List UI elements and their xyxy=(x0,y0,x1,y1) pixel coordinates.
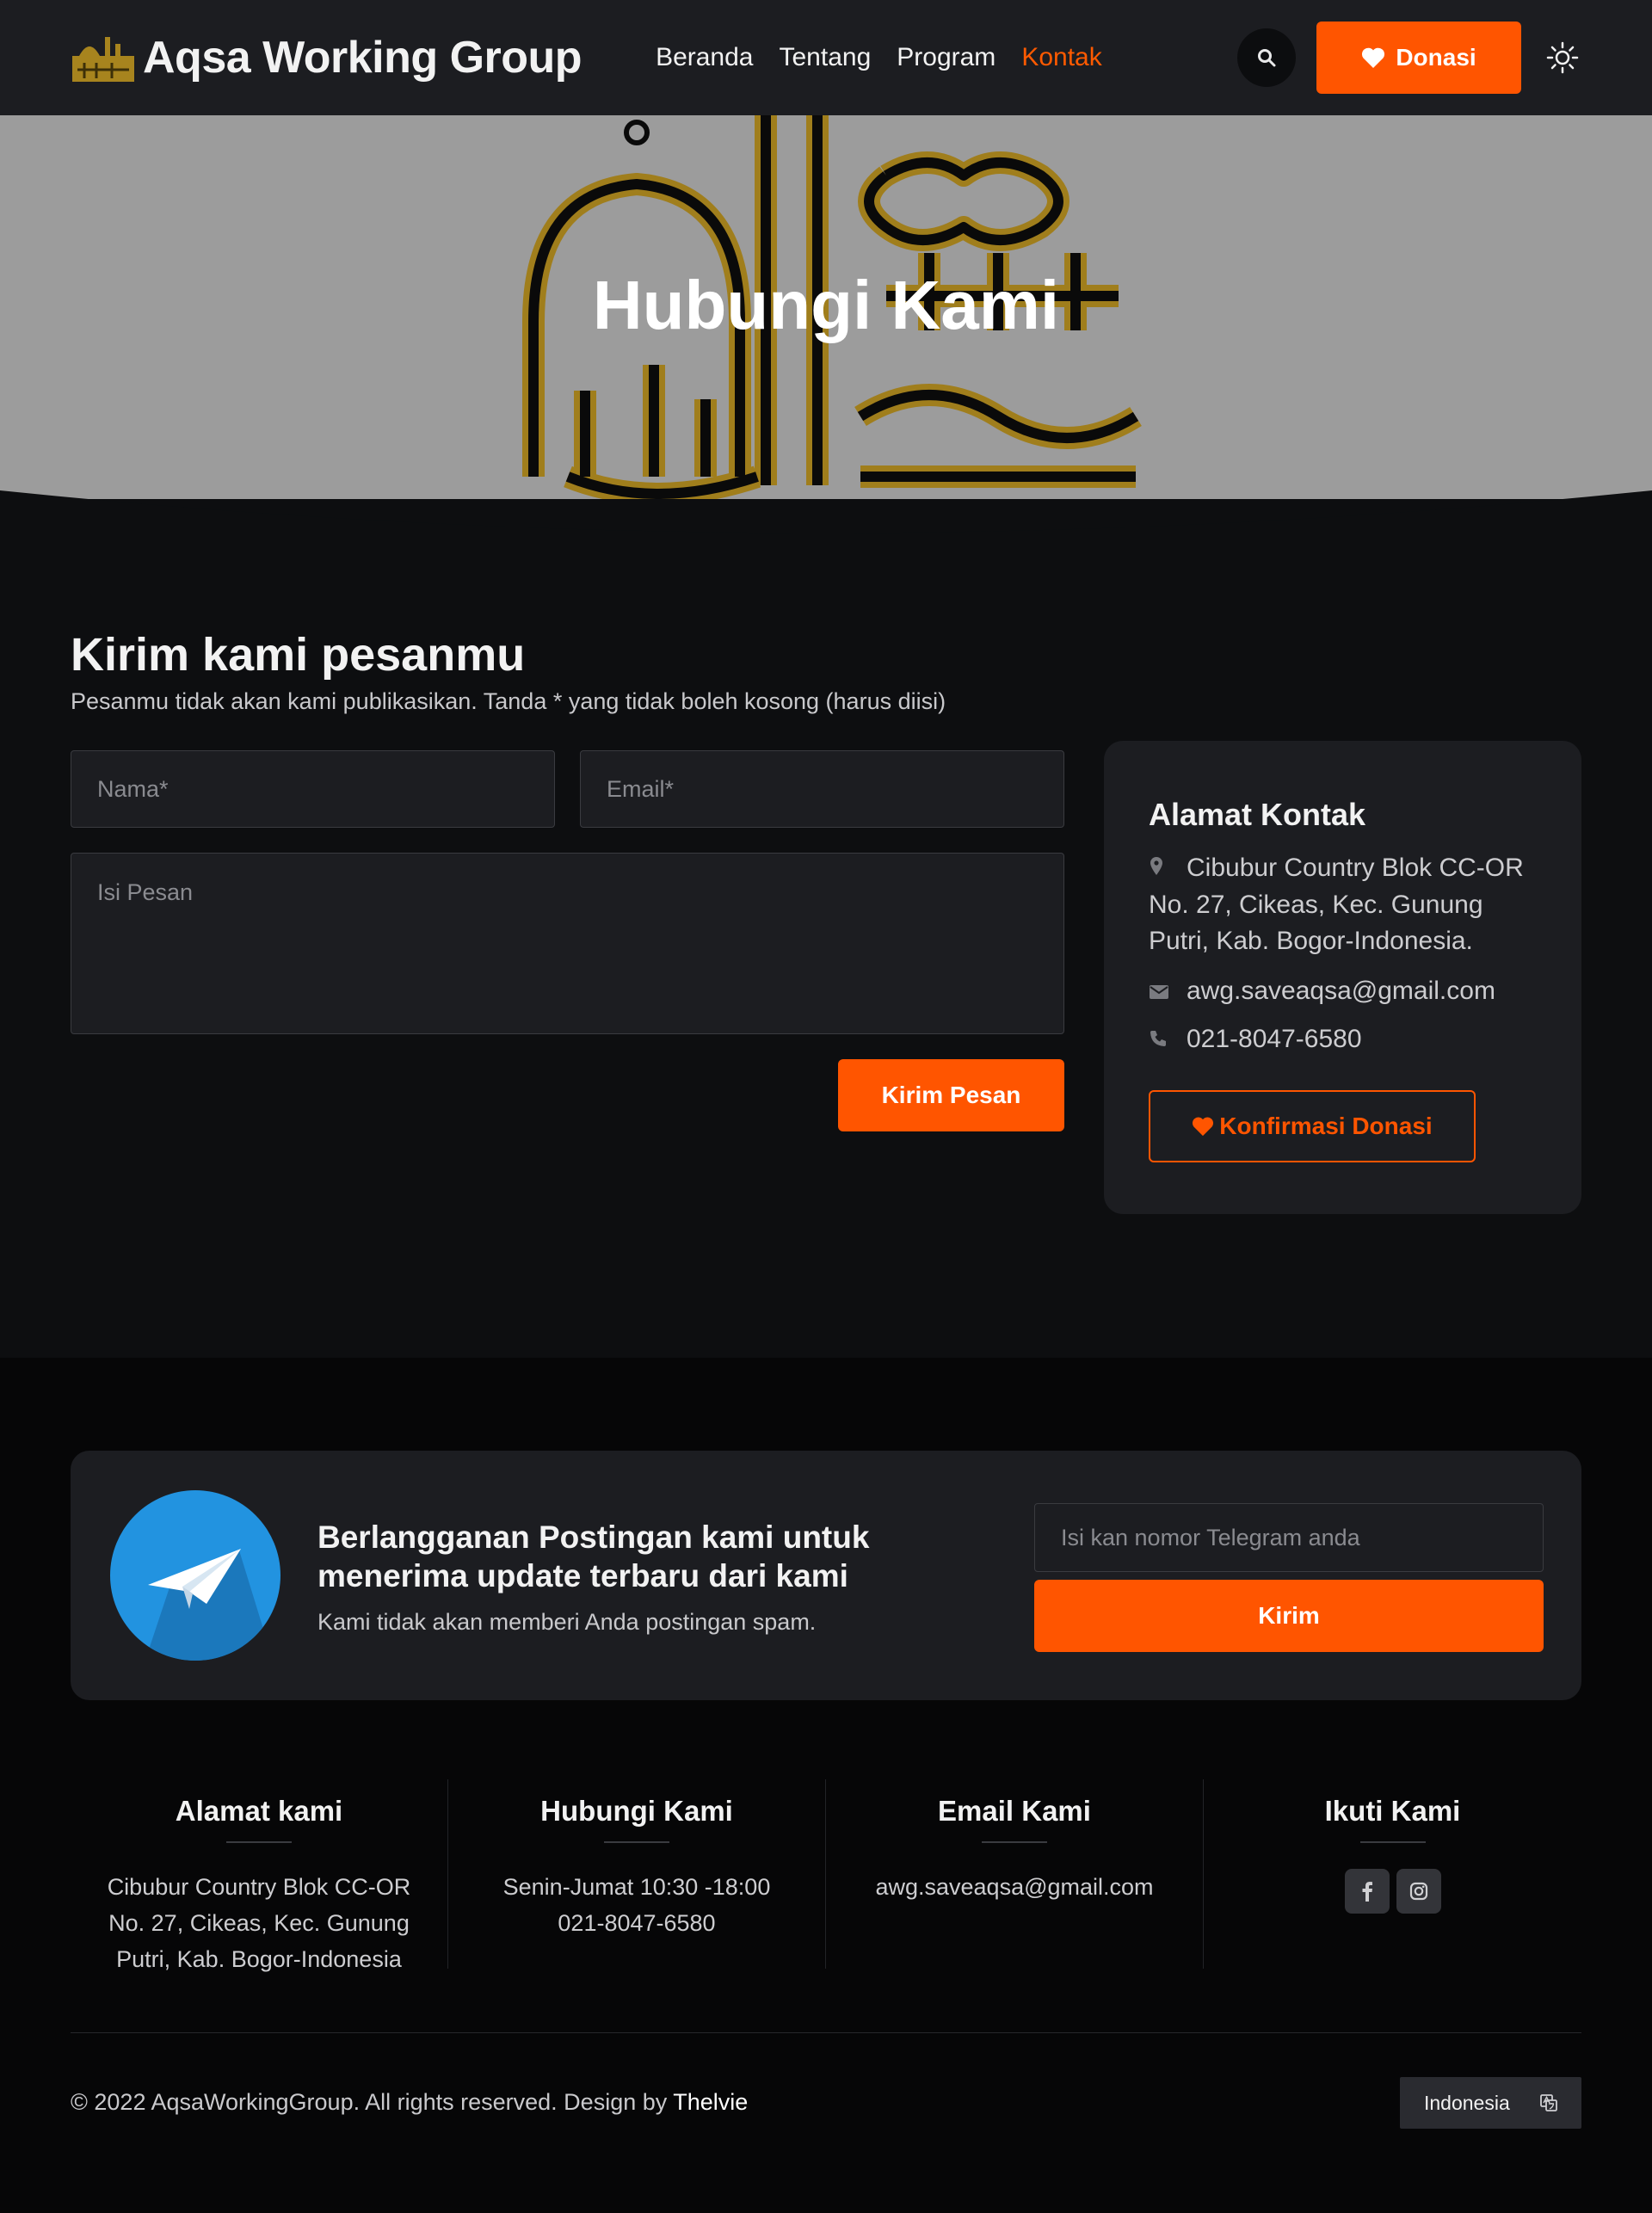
footer-col-title: Hubungi Kami xyxy=(540,1795,733,1827)
language-label: Indonesia xyxy=(1424,2091,1510,2114)
hero-banner: Hubungi Kami xyxy=(0,115,1652,499)
subscribe-title: Berlangganan Postingan kami untuk meneri… xyxy=(317,1520,870,1593)
name-input[interactable]: Nama* xyxy=(71,750,555,828)
social-links xyxy=(1204,1869,1581,1914)
hero-curve-divider xyxy=(0,490,1652,614)
brand-name: Aqsa Working Group xyxy=(143,33,583,83)
designer-link[interactable]: Thelvie xyxy=(673,2089,748,2115)
address-row: Cibubur Country Blok CC-OR No. 27, Cikea… xyxy=(1149,850,1544,959)
copyright-text: © 2022 AqsaWorkingGroup. All rights rese… xyxy=(71,2089,748,2116)
form-title: Kirim kami pesanmu xyxy=(71,629,526,681)
footer-col-title: Email Kami xyxy=(938,1795,1091,1827)
map-pin-icon xyxy=(1149,851,1187,887)
telegram-paper-plane-icon xyxy=(110,1490,280,1661)
donate-button[interactable]: Donasi xyxy=(1316,22,1521,94)
donate-label: Donasi xyxy=(1396,44,1476,71)
heart-icon xyxy=(1362,47,1385,68)
confirm-donation-label: Konfirmasi Donasi xyxy=(1219,1113,1433,1139)
footer-col-contact: Hubungi Kami Senin-Jumat 10:30 -18:00 02… xyxy=(448,1779,826,1969)
facebook-button[interactable] xyxy=(1344,1869,1390,1914)
card-title: Alamat Kontak xyxy=(1149,797,1366,832)
heart-icon xyxy=(1193,1117,1214,1137)
theme-toggle[interactable] xyxy=(1544,39,1581,77)
footer-col-email: Email Kami awg.saveaqsa@gmail.com xyxy=(826,1779,1204,1969)
address-text: Cibubur Country Blok CC-OR No. 27, Cikea… xyxy=(1149,854,1524,956)
footer-columns: Alamat kami Cibubur Country Blok CC-OR N… xyxy=(71,1779,1581,1972)
send-message-button[interactable]: Kirim Pesan xyxy=(838,1059,1064,1131)
nav-beranda[interactable]: Beranda xyxy=(656,43,753,72)
navbar: Aqsa Working Group Beranda Tentang Progr… xyxy=(0,0,1652,115)
nav-program[interactable]: Program xyxy=(897,43,996,72)
instagram-icon xyxy=(1409,1882,1427,1901)
phone-row: 021-8047-6580 xyxy=(1149,1021,1544,1058)
footer-email-text[interactable]: awg.saveaqsa@gmail.com xyxy=(826,1869,1203,1905)
nav-kontak[interactable]: Kontak xyxy=(1021,43,1101,72)
phone-icon xyxy=(1149,1022,1187,1058)
footer-col-title: Alamat kami xyxy=(175,1795,343,1827)
footer: Berlangganan Postingan kami untuk meneri… xyxy=(0,1358,1652,2213)
email-row: awg.saveaqsa@gmail.com xyxy=(1149,973,1544,1010)
subscribe-box: Berlangganan Postingan kami untuk meneri… xyxy=(71,1451,1581,1700)
email-text[interactable]: awg.saveaqsa@gmail.com xyxy=(1187,977,1495,1005)
language-selector[interactable]: Indonesia xyxy=(1400,2077,1581,2129)
divider xyxy=(604,1841,669,1843)
confirm-donation-button[interactable]: Konfirmasi Donasi xyxy=(1149,1090,1476,1162)
envelope-icon xyxy=(1149,974,1187,1010)
search-button[interactable] xyxy=(1237,28,1296,87)
logo-icon xyxy=(72,37,134,82)
footer-phone-text[interactable]: 021-8047-6580 xyxy=(448,1905,825,1941)
brand[interactable]: Aqsa Working Group xyxy=(71,32,583,83)
search-icon xyxy=(1258,49,1276,67)
divider xyxy=(982,1841,1047,1843)
divider xyxy=(1359,1841,1426,1843)
footer-hours-text: Senin-Jumat 10:30 -18:00 xyxy=(502,1874,771,1900)
footer-col-social: Ikuti Kami xyxy=(1204,1779,1581,1969)
telegram-number-input[interactable]: Isi kan nomor Telegram anda xyxy=(1034,1503,1544,1572)
divider xyxy=(226,1841,292,1843)
subscribe-description: Kami tidak akan memberi Anda postingan s… xyxy=(317,1609,817,1635)
copyright-prefix: © 2022 AqsaWorkingGroup. All rights rese… xyxy=(71,2089,674,2115)
sun-icon xyxy=(1546,41,1579,74)
message-textarea[interactable]: Isi Pesan xyxy=(71,853,1064,1034)
subscribe-button[interactable]: Kirim xyxy=(1034,1580,1544,1652)
contact-info-card: Alamat Kontak Cibubur Country Blok CC-OR… xyxy=(1104,741,1581,1214)
main-nav: Beranda Tentang Program Kontak xyxy=(656,43,1128,72)
footer-divider xyxy=(71,2032,1581,2033)
facebook-icon xyxy=(1362,1882,1372,1902)
email-input[interactable]: Email* xyxy=(580,750,1064,828)
form-subtitle: Pesanmu tidak akan kami publikasikan. Ta… xyxy=(71,688,946,714)
nav-actions: Donasi xyxy=(1237,22,1581,94)
page-title: Hubungi Kami xyxy=(592,267,1060,343)
footer-col-title: Ikuti Kami xyxy=(1324,1795,1461,1827)
translate-icon xyxy=(1540,2094,1557,2111)
footer-col-address: Alamat kami Cibubur Country Blok CC-OR N… xyxy=(71,1779,448,1972)
nav-tentang[interactable]: Tentang xyxy=(780,43,872,72)
phone-text[interactable]: 021-8047-6580 xyxy=(1187,1025,1362,1053)
footer-address-text: Cibubur Country Blok CC-OR No. 27, Cikea… xyxy=(107,1874,411,1972)
instagram-button[interactable] xyxy=(1396,1869,1441,1914)
